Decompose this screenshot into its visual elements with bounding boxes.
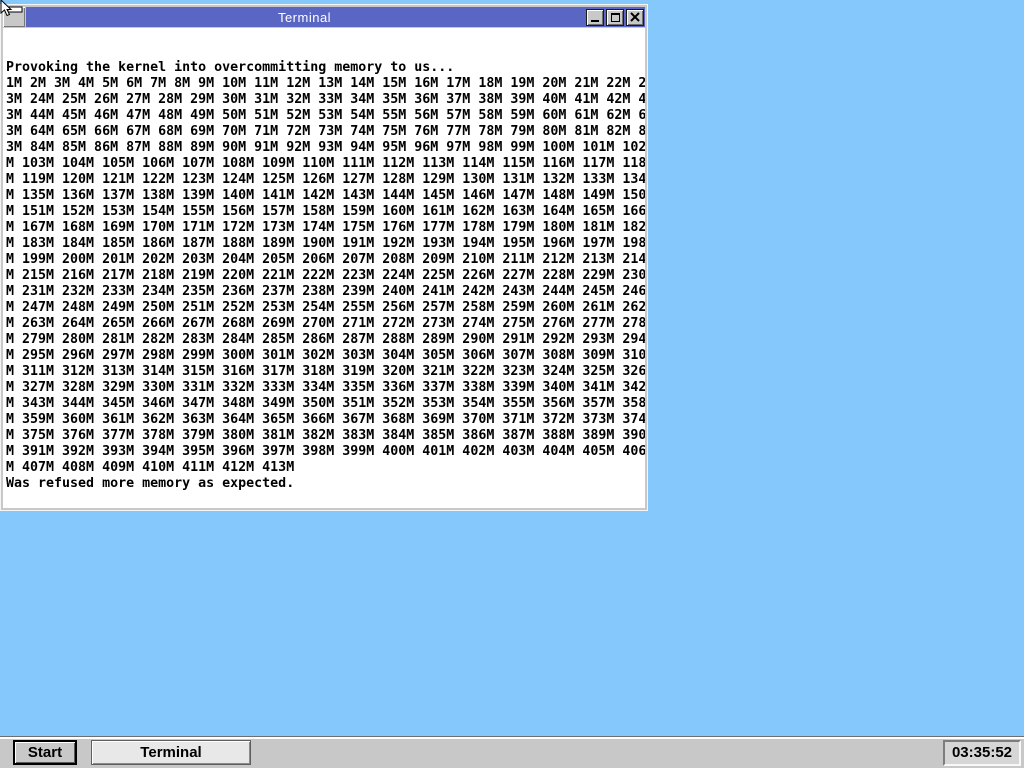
terminal-line: M 359M 360M 361M 362M 363M 364M 365M 366… (6, 412, 645, 428)
terminal-line: M 247M 248M 249M 250M 251M 252M 253M 254… (6, 300, 645, 316)
terminal-line: M 391M 392M 393M 394M 395M 396M 397M 398… (6, 444, 645, 460)
terminal-line: 3M 44M 45M 46M 47M 48M 49M 50M 51M 52M 5… (6, 108, 645, 124)
terminal-line: M 151M 152M 153M 154M 155M 156M 157M 158… (6, 204, 645, 220)
titlebar[interactable]: Terminal (3, 7, 645, 27)
desktop: { "colors": { "desktop": "#85c9fc", "tit… (0, 0, 1024, 768)
titlebar-drag-area[interactable]: Terminal (26, 7, 583, 27)
terminal-line: M 311M 312M 313M 314M 315M 316M 317M 318… (6, 364, 645, 380)
maximize-button[interactable] (606, 9, 624, 26)
window-title: Terminal (278, 10, 331, 25)
terminal-line (6, 492, 645, 508)
terminal-line: M 119M 120M 121M 122M 123M 124M 125M 126… (6, 172, 645, 188)
terminal-line: 3M 64M 65M 66M 67M 68M 69M 70M 71M 72M 7… (6, 124, 645, 140)
taskbar: Start Terminal 03:35:52 (0, 736, 1024, 768)
taskbar-item-terminal[interactable]: Terminal (91, 740, 251, 765)
terminal-line: M 295M 296M 297M 298M 299M 300M 301M 302… (6, 348, 645, 364)
terminal-line: M 199M 200M 201M 202M 203M 204M 205M 206… (6, 252, 645, 268)
terminal-window: Terminal Provoking the kernel into overc… (0, 4, 648, 511)
mouse-cursor (0, 0, 26, 20)
titlebar-buttons (583, 7, 645, 27)
terminal-line: M 231M 232M 233M 234M 235M 236M 237M 238… (6, 284, 645, 300)
minimize-button[interactable] (586, 9, 604, 26)
maximize-icon (611, 13, 620, 22)
terminal-line: M 279M 280M 281M 282M 283M 284M 285M 286… (6, 332, 645, 348)
terminal-line: 1M 2M 3M 4M 5M 6M 7M 8M 9M 10M 11M 12M 1… (6, 76, 645, 92)
terminal-line: M 263M 264M 265M 266M 267M 268M 269M 270… (6, 316, 645, 332)
terminal-line: M 407M 408M 409M 410M 411M 412M 413M (6, 460, 645, 476)
terminal-line: 3M 84M 85M 86M 87M 88M 89M 90M 91M 92M 9… (6, 140, 645, 156)
terminal-line: M 167M 168M 169M 170M 171M 172M 173M 174… (6, 220, 645, 236)
terminal-line: M 183M 184M 185M 186M 187M 188M 189M 190… (6, 236, 645, 252)
terminal-line: Was refused more memory as expected. (6, 476, 645, 492)
terminal-line: 3M 24M 25M 26M 27M 28M 29M 30M 31M 32M 3… (6, 92, 645, 108)
terminal-line: M 215M 216M 217M 218M 219M 220M 221M 222… (6, 268, 645, 284)
terminal-line: M 103M 104M 105M 106M 107M 108M 109M 110… (6, 156, 645, 172)
terminal-output[interactable]: Provoking the kernel into overcommitting… (3, 28, 645, 508)
close-icon (630, 12, 640, 22)
terminal-lines: Provoking the kernel into overcommitting… (6, 60, 645, 508)
minimize-icon (591, 20, 599, 22)
terminal-line: M 327M 328M 329M 330M 331M 332M 333M 334… (6, 380, 645, 396)
terminal-line: M 375M 376M 377M 378M 379M 380M 381M 382… (6, 428, 645, 444)
start-button[interactable]: Start (13, 740, 77, 765)
taskbar-clock: 03:35:52 (943, 740, 1021, 766)
terminal-line: M 343M 344M 345M 346M 347M 348M 349M 350… (6, 396, 645, 412)
terminal-line: Provoking the kernel into overcommitting… (6, 60, 645, 76)
terminal-line: M 135M 136M 137M 138M 139M 140M 141M 142… (6, 188, 645, 204)
close-button[interactable] (626, 9, 644, 26)
